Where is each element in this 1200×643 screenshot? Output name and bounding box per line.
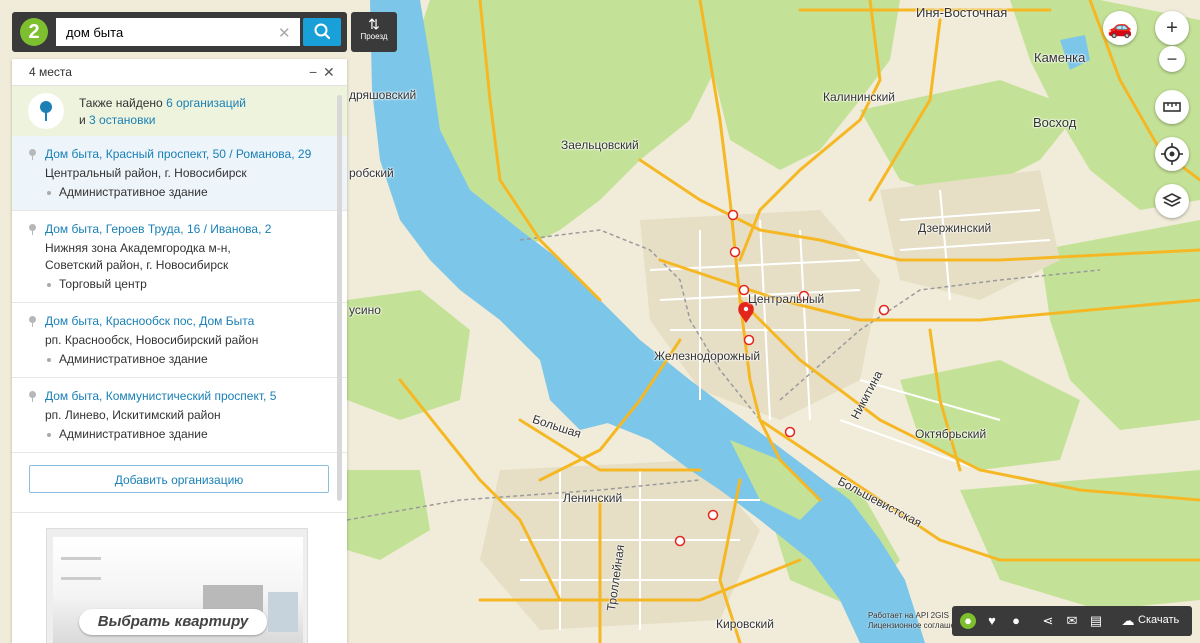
comment-icon[interactable]: ● — [1008, 613, 1024, 629]
layers-icon — [1162, 193, 1182, 207]
traffic-button[interactable]: 🚗 — [1103, 11, 1137, 45]
target-icon — [1161, 143, 1183, 165]
district-label: усино — [349, 303, 381, 317]
district-label: Центральный — [748, 292, 825, 306]
result-title[interactable]: Дом быта, Красный проспект, 50 / Романов… — [45, 146, 347, 163]
result-category: Административное здание — [45, 184, 347, 201]
close-icon[interactable]: ✕ — [323, 59, 335, 85]
search-icon — [314, 23, 331, 40]
district-label: Железнодорожный — [654, 349, 761, 363]
district-label: Октябрьский — [915, 427, 987, 441]
search-bar: 2 ✕ — [12, 12, 347, 52]
results-count: 4 места — [29, 65, 72, 79]
close-icon[interactable]: ✕ — [278, 24, 291, 42]
heart-icon[interactable]: ♥ — [984, 613, 1000, 629]
result-title[interactable]: Дом быта, Героев Труда, 16 / Иванова, 2 — [45, 221, 347, 238]
result-item[interactable]: Дом быта, Коммунистический проспект, 5 р… — [12, 378, 347, 453]
minus-icon: − — [1166, 49, 1178, 69]
result-title[interactable]: Дом быта, Коммунистический проспект, 5 — [45, 388, 347, 405]
district-label: дряшовский — [349, 88, 417, 102]
result-category: Административное здание — [45, 426, 347, 443]
result-address: Советский район, г. Новосибирск — [45, 258, 229, 272]
divider — [12, 512, 347, 513]
zoom-in-button[interactable]: + — [1155, 11, 1189, 45]
ruler-button[interactable] — [1155, 90, 1189, 124]
district-label: робский — [349, 166, 394, 180]
ad-banner[interactable]: Выбрать квартиру — [46, 528, 308, 643]
orgs-link[interactable]: 6 организаций — [166, 96, 246, 110]
result-pin-icon — [29, 391, 36, 402]
ad-cta[interactable]: Выбрать квартиру — [79, 609, 267, 635]
traffic-car-icon: 🚗 — [1107, 17, 1133, 39]
stops-link[interactable]: 3 остановки — [89, 113, 155, 127]
download-icon[interactable]: ☁ — [1120, 613, 1136, 629]
route-icon: ⇅ — [368, 16, 380, 32]
result-address: рп. Линево, Искитимский район — [45, 408, 221, 422]
district-label: Ленинский — [563, 491, 623, 505]
results-panel: 4 места − ✕ Также найдено 6 организаций … — [12, 59, 347, 643]
search-input[interactable] — [56, 18, 300, 46]
district-label: Заельцовский — [561, 138, 639, 152]
also-found-and: и — [79, 113, 86, 127]
layers-button[interactable] — [1155, 184, 1189, 218]
mail-icon[interactable]: ✉ — [1064, 613, 1080, 629]
district-label: Калининский — [823, 90, 895, 104]
result-title[interactable]: Дом быта, Краснообск пос, Дом Быта — [45, 313, 347, 330]
also-found-block: Также найдено 6 организаций и 3 остановк… — [12, 86, 347, 136]
2gis-logo[interactable]: 2 — [20, 18, 48, 46]
result-item[interactable]: Дом быта, Краснообск пос, Дом Быта рп. К… — [12, 303, 347, 378]
district-label: Восход — [1033, 115, 1077, 130]
district-label: Кировский — [716, 617, 774, 631]
result-pin-icon — [29, 316, 36, 327]
result-pin-icon — [29, 224, 36, 235]
district-label: Дзержинский — [918, 221, 992, 235]
stop-pin-icon — [28, 93, 64, 129]
search-button[interactable] — [303, 18, 341, 46]
also-found-prefix: Также найдено — [79, 96, 163, 110]
add-organization-button[interactable]: Добавить организацию — [29, 465, 329, 493]
plus-icon: + — [1166, 17, 1178, 39]
print-icon[interactable]: ▤ — [1088, 613, 1104, 629]
panel-header: 4 места − ✕ — [12, 59, 347, 86]
geolocation-button[interactable] — [1155, 137, 1189, 171]
result-pin-icon — [29, 149, 36, 160]
result-address: Центральный район, г. Новосибирск — [45, 166, 247, 180]
result-address: Нижняя зона Академгородка м-н, — [45, 241, 231, 255]
district-label: Каменка — [1034, 50, 1086, 65]
district-label: Иня-Восточная — [916, 5, 1008, 20]
ruler-icon — [1163, 102, 1181, 112]
result-item[interactable]: Дом быта, Героев Труда, 16 / Иванова, 2 … — [12, 211, 347, 303]
result-category: Торговый центр — [45, 276, 347, 293]
globe-icon[interactable]: ● — [960, 613, 976, 629]
share-icon[interactable]: ⋖ — [1040, 613, 1056, 629]
download-label[interactable]: Скачать — [1138, 614, 1179, 626]
route-label: Проезд — [360, 32, 388, 41]
bottom-toolbar: ● ♥ ● ⋖ ✉ ▤ ☁ Скачать — [952, 606, 1192, 636]
result-address: рп. Краснообск, Новосибирский район — [45, 333, 259, 347]
result-item[interactable]: Дом быта, Красный проспект, 50 / Романов… — [12, 136, 347, 211]
panel-scrollbar[interactable] — [337, 95, 342, 501]
result-category: Административное здание — [45, 351, 347, 368]
route-button[interactable]: ⇅ Проезд — [351, 12, 397, 52]
minimize-icon[interactable]: − — [309, 59, 317, 85]
zoom-out-button[interactable]: − — [1159, 46, 1185, 72]
